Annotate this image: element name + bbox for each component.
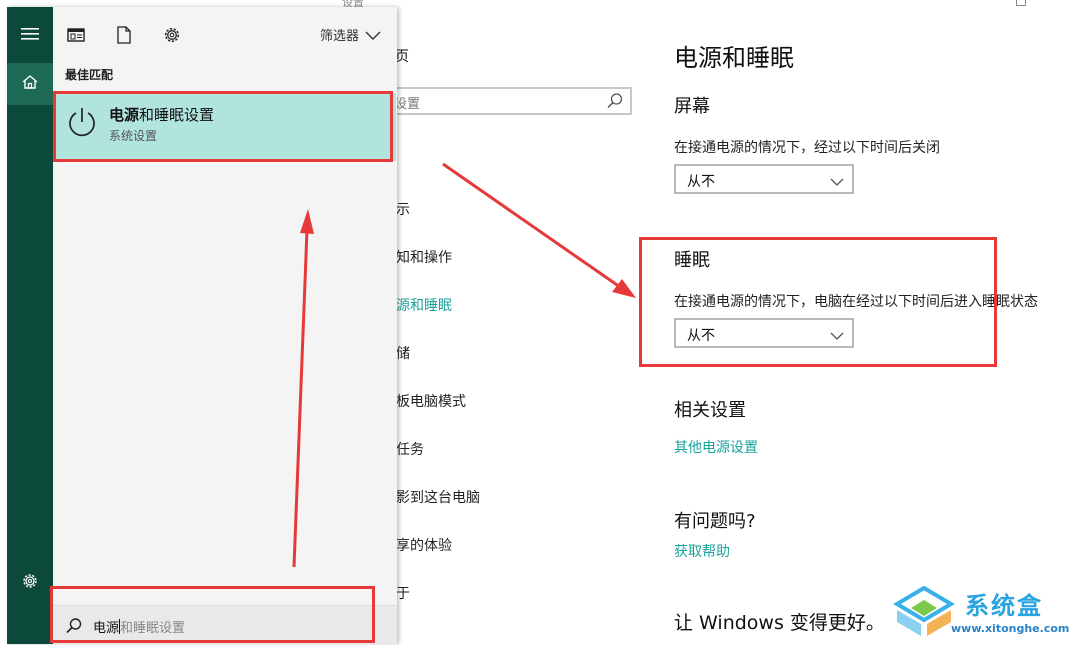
screen-description: 在接通电源的情况下，经过以下时间后关闭 [674,140,940,156]
home-icon [22,74,38,94]
annotation-box-result [53,91,393,162]
nav-item-tablet-mode[interactable]: 板电脑模式 [396,391,466,411]
document-icon[interactable] [114,25,134,45]
nav-item-multitasking[interactable]: 任务 [396,439,424,459]
nav-item-power-sleep[interactable]: 源和睡眠 [396,295,452,315]
start-rail [7,7,53,644]
related-settings-heading: 相关设置 [674,400,746,421]
screen-timeout-value: 从不 [687,174,715,190]
hamburger-button[interactable] [7,15,53,55]
watermark-url: www.xitonghe.com [951,622,1070,635]
additional-power-settings-link[interactable]: 其他电源设置 [674,437,758,457]
annotation-box-search [50,586,375,643]
best-match-label: 最佳匹配 [65,68,114,82]
chevron-down-icon [830,173,844,192]
page-title: 电源和睡眠 [674,44,794,72]
annotation-box-sleep [639,237,997,367]
watermark: 系统盒 www.xitonghe.com [893,584,1083,642]
screen-heading: 屏幕 [674,96,710,117]
screen-timeout-select[interactable]: 从不 [674,164,854,194]
maximize-button[interactable] [1016,0,1026,6]
results-toolbar: 筛选器 [53,7,397,63]
filter-dropdown-label[interactable]: 筛选器 [320,25,359,44]
settings-button[interactable] [7,563,53,603]
nav-item-storage[interactable]: 储 [396,343,410,363]
settings-search-input[interactable]: 设置 [384,87,632,115]
nav-home-link[interactable]: 页 [395,46,409,66]
nav-item-notifications[interactable]: 知和操作 [396,247,452,267]
watermark-name: 系统盒 [965,592,1043,620]
gear-icon [21,572,39,594]
nav-item-projecting[interactable]: 影到这台电脑 [396,487,480,507]
get-help-link[interactable]: 获取帮助 [674,541,730,561]
nav-item-about[interactable]: 于 [396,583,410,603]
nav-item-shared-experiences[interactable]: 享的体验 [396,535,452,555]
apps-icon[interactable] [66,25,86,45]
home-button[interactable] [7,63,53,105]
settings-icon[interactable] [162,25,182,45]
feedback-heading: 让 Windows 变得更好。 [674,612,885,634]
settings-search-placeholder: 设置 [394,97,421,112]
watermark-logo-icon [893,585,955,642]
help-heading: 有问题吗? [674,511,756,532]
search-icon[interactable] [606,92,624,114]
hamburger-icon [21,26,39,45]
nav-item-display[interactable]: 示 [396,199,410,219]
chevron-down-icon[interactable] [365,27,381,46]
